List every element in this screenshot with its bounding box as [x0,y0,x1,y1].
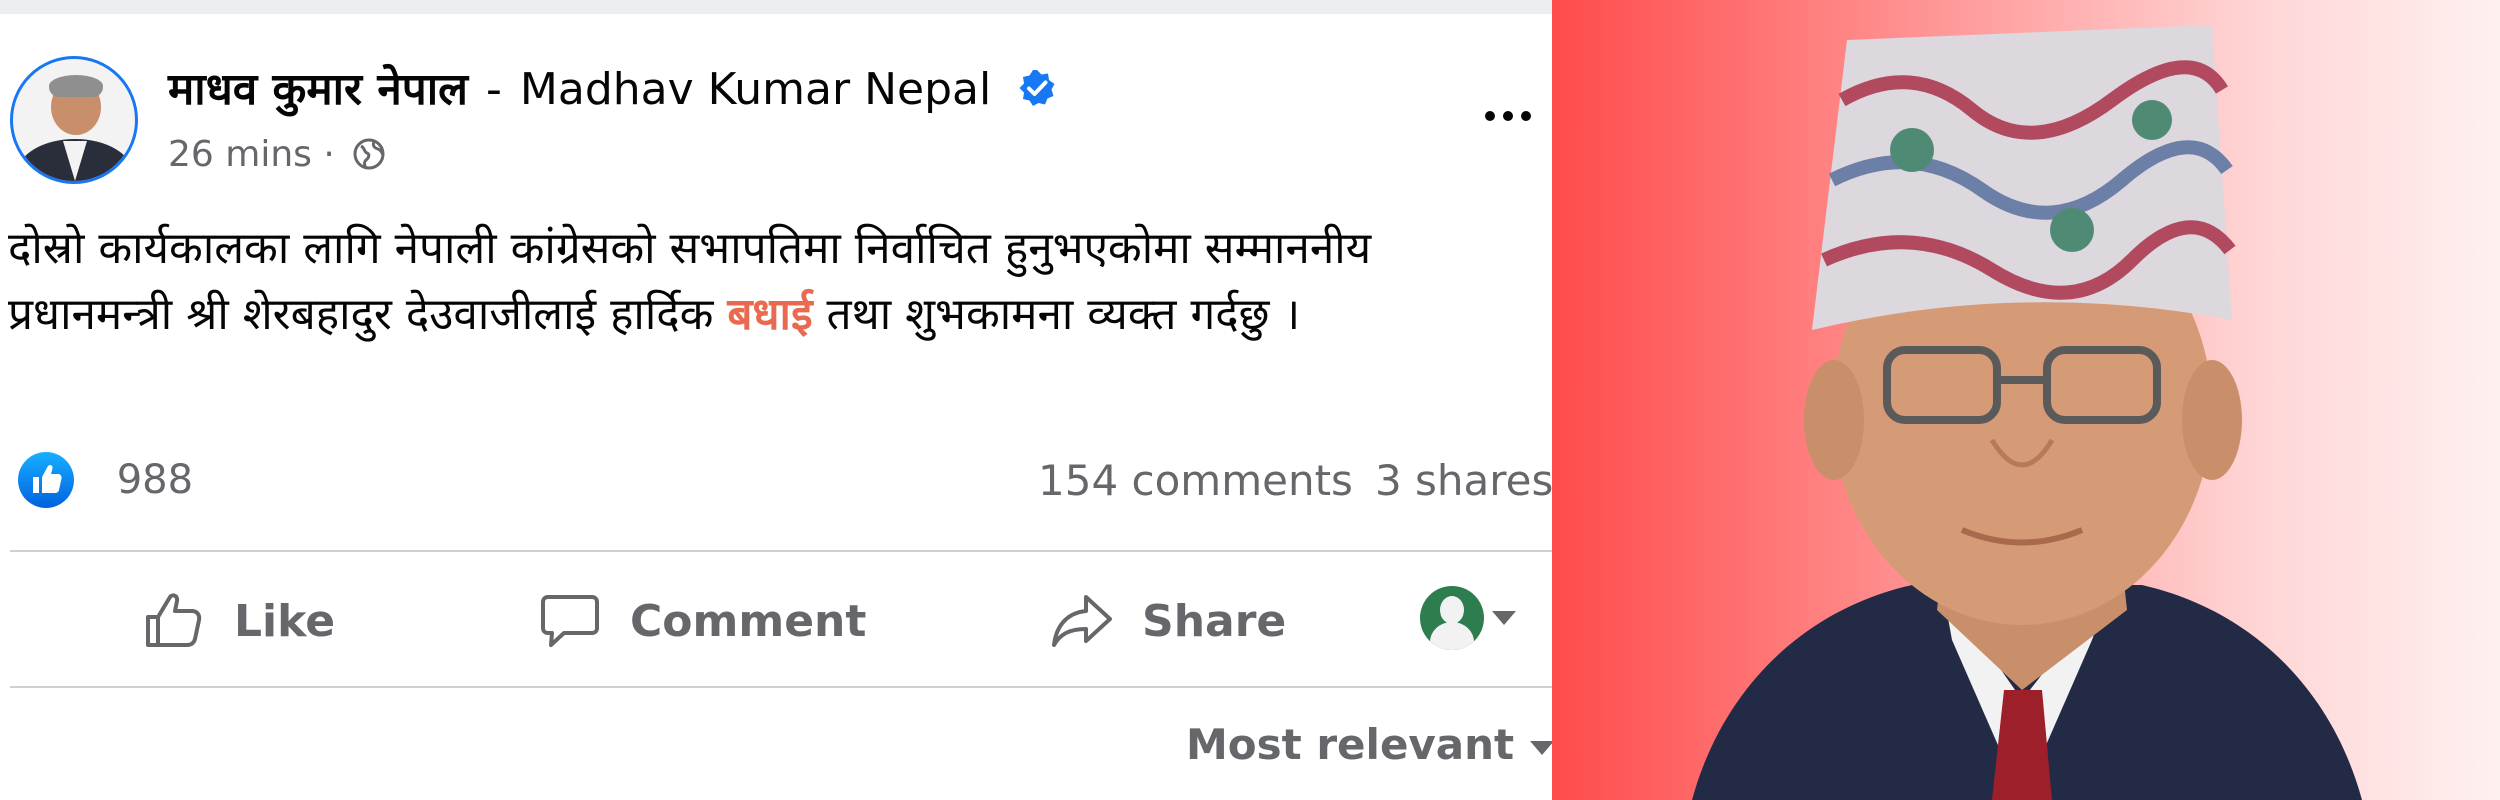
thumbs-up-icon [146,593,202,647]
comment-sort-dropdown[interactable]: Most relevant [1186,720,1552,769]
share-label: Share [1142,595,1287,647]
viewer-avatar [1420,586,1484,650]
author-name-separator: - [486,64,502,115]
post-message: दोस्रो कार्यकालका लागि नेपाली कांग्रेसको… [8,216,1548,348]
more-options-icon[interactable] [1478,96,1538,136]
author-avatar[interactable] [10,56,138,184]
globe-icon[interactable] [352,137,386,171]
divider-top [10,550,1552,552]
post-text-highlight: बधाई [727,289,813,340]
portrait-illustration [1692,25,2362,800]
post-as-selector[interactable] [1420,586,1516,650]
author-name[interactable]: माधव कुमार नेपाल - Madhav Kumar Nepal [168,62,1057,118]
author-name-nepali[interactable]: माधव कुमार नेपाल [168,64,468,115]
speech-bubble-icon [541,595,599,647]
facebook-post: माधव कुमार नेपाल - Madhav Kumar Nepal 26… [0,0,1552,800]
divider-bottom [10,686,1552,688]
feed-separator [0,0,1552,14]
engagement-counts: 154 comments 3 shares [1038,456,1552,505]
share-arrow-icon [1052,595,1112,647]
chevron-down-icon [1530,740,1552,755]
reaction-summary[interactable]: 988 [16,450,193,510]
like-button[interactable]: Like [142,586,335,656]
verified-badge-icon [1019,70,1055,106]
author-name-english[interactable]: Madhav Kumar Nepal [520,64,991,115]
politician-photo [1552,0,2500,800]
like-reaction-icon [18,452,74,508]
comment-button[interactable]: Comment [538,586,866,656]
comments-count-link[interactable]: 154 comments [1038,456,1353,505]
comment-sort-label: Most relevant [1186,720,1515,769]
reaction-count: 988 [116,457,194,503]
comment-label: Comment [630,595,867,647]
like-label: Like [234,595,336,647]
chevron-down-icon [1492,611,1516,625]
share-button[interactable]: Share [1050,586,1286,656]
meta-separator: · [323,134,335,175]
shares-count-link[interactable]: 3 shares [1375,456,1552,505]
post-meta: 26 mins · [168,132,386,178]
post-text-after: तथा शुभकामना व्यक्त गर्दछु । [812,289,1301,340]
post-timestamp[interactable]: 26 mins [168,134,312,175]
